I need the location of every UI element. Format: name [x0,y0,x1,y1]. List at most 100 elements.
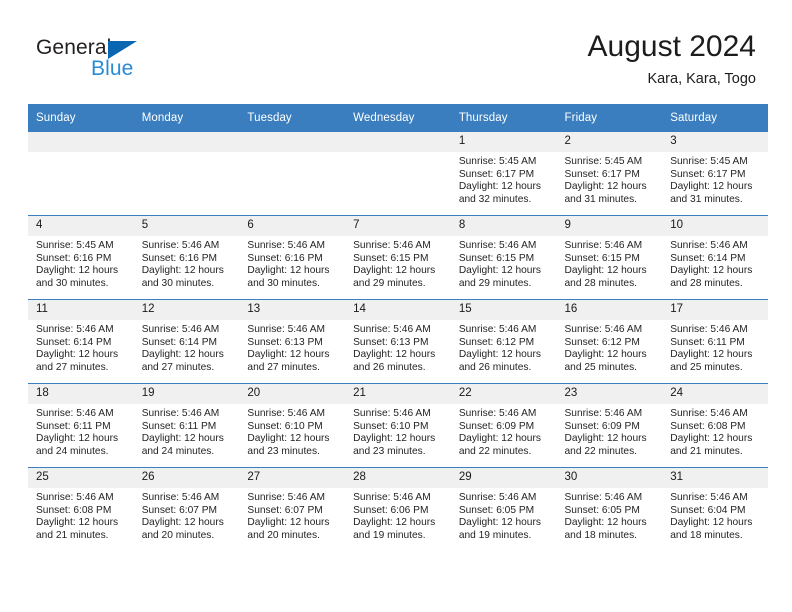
calendar-day-cell[interactable]: 27 Sunrise: 5:46 AM Sunset: 6:07 PM Dayligh… [239,467,346,551]
calendar-day-cell[interactable]: 23 Sunrise: 5:46 AM Sunset: 6:09 PM Dayligh… [556,383,663,468]
weekday-header-monday: Monday [133,104,240,132]
sunrise-text: Sunrise: 5:46 AM [670,240,748,251]
weekday-header-sunday: Sunday [28,104,134,132]
daylight-text-line1: Daylight: 12 hours [458,349,541,361]
day-number: 4 [28,216,134,236]
calendar-day-cell[interactable]: 14 Sunrise: 5:46 AM Sunset: 6:13 PM Dayligh… [345,299,451,384]
sunrise-text: Sunrise: 5:46 AM [458,408,537,419]
calendar-week-row: 4 Sunrise: 5:45 AM Sunset: 6:16 PM Daylight… [28,215,768,300]
sunrise-text: Sunrise: 5:46 AM [141,324,220,335]
calendar-day-cell[interactable]: 1 Sunrise: 5:45 AM Sunset: 6:17 PM Daylight… [450,132,557,216]
calendar-day-cell[interactable]: 20 Sunrise: 5:46 AM Sunset: 6:10 PM Dayligh… [239,383,346,468]
day-number: 3 [662,132,768,152]
weekday-header-saturday: Saturday [662,104,768,132]
day-number: 8 [450,216,557,236]
day-number: 1 [450,132,557,152]
day-details: Sunrise: 5:46 AM Sunset: 6:11 PM Daylight:… [28,404,134,458]
daylight-text-line1: Daylight: 12 hours [247,517,330,529]
calendar-day-cell[interactable]: 15 Sunrise: 5:46 AM Sunset: 6:12 PM Dayligh… [450,299,557,384]
calendar-day-cell[interactable]: 2 Sunrise: 5:45 AM Sunset: 6:17 PM Daylight… [556,132,663,216]
day-details: Sunrise: 5:46 AM Sunset: 6:08 PM Daylight:… [662,404,768,458]
sunrise-text: Sunrise: 5:46 AM [353,492,431,503]
calendar-day-cell[interactable]: 9 Sunrise: 5:46 AM Sunset: 6:15 PM Daylight… [556,215,663,300]
daylight-text-line2: and 32 minutes. [458,193,532,205]
day-number [133,132,240,152]
calendar-day-cell[interactable]: 28 Sunrise: 5:46 AM Sunset: 6:06 PM Dayligh… [345,467,451,551]
day-details: Sunrise: 5:46 AM Sunset: 6:08 PM Daylight:… [28,488,134,542]
sunrise-text: Sunrise: 5:45 AM [458,156,537,167]
calendar-day-cell[interactable]: 24 Sunrise: 5:46 AM Sunset: 6:08 PM Dayligh… [662,383,768,468]
daylight-text-line2: and 31 minutes. [564,193,638,205]
day-details: Sunrise: 5:46 AM Sunset: 6:04 PM Daylight:… [662,488,768,542]
day-details: Sunrise: 5:46 AM Sunset: 6:09 PM Daylight:… [451,404,557,458]
day-number: 9 [556,216,663,236]
calendar-day-cell[interactable]: 30 Sunrise: 5:46 AM Sunset: 6:05 PM Dayligh… [556,467,663,551]
sunset-text: Sunset: 6:10 PM [247,420,323,432]
daylight-text-line1: Daylight: 12 hours [670,517,753,529]
calendar-day-cell[interactable]: 19 Sunrise: 5:46 AM Sunset: 6:11 PM Dayligh… [133,383,240,468]
daylight-text-line2: and 31 minutes. [670,193,743,205]
daylight-text-line1: Daylight: 12 hours [670,265,753,277]
calendar-cell-empty [345,132,451,216]
sunrise-text: Sunrise: 5:46 AM [247,492,325,503]
sunset-text: Sunset: 6:17 PM [458,168,535,180]
sunrise-text: Sunrise: 5:46 AM [141,240,220,251]
calendar-day-cell[interactable]: 26 Sunrise: 5:46 AM Sunset: 6:07 PM Dayligh… [133,467,240,551]
day-details: Sunrise: 5:46 AM Sunset: 6:14 PM Daylight:… [28,320,134,374]
general-blue-logo[interactable]: General Blue [36,36,216,86]
daylight-text-line2: and 18 minutes. [670,529,743,541]
calendar-day-cell[interactable]: 5 Sunrise: 5:46 AM Sunset: 6:16 PM Daylight… [133,215,240,300]
day-details: Sunrise: 5:46 AM Sunset: 6:11 PM Daylight:… [662,320,768,374]
calendar-header-row: Sunday Monday Tuesday Wednesday Thursday… [28,104,768,132]
calendar-day-cell[interactable]: 10 Sunrise: 5:46 AM Sunset: 6:14 PM Dayligh… [662,215,768,300]
day-number: 13 [239,300,346,320]
calendar-day-cell[interactable]: 7 Sunrise: 5:46 AM Sunset: 6:15 PM Daylight… [345,215,451,300]
sunrise-text: Sunrise: 5:45 AM [564,156,643,167]
sunset-text: Sunset: 6:13 PM [247,336,323,348]
calendar-day-cell[interactable]: 6 Sunrise: 5:46 AM Sunset: 6:16 PM Daylight… [239,215,346,300]
calendar-day-cell[interactable]: 31 Sunrise: 5:46 AM Sunset: 6:04 PM Dayligh… [662,467,768,551]
calendar-day-cell[interactable]: 8 Sunrise: 5:46 AM Sunset: 6:15 PM Daylight… [450,215,557,300]
sunrise-text: Sunrise: 5:46 AM [353,408,431,419]
sunrise-text: Sunrise: 5:46 AM [670,324,748,335]
weekday-header-friday: Friday [556,104,663,132]
calendar-day-cell[interactable]: 25 Sunrise: 5:46 AM Sunset: 6:08 PM Dayligh… [28,467,134,551]
daylight-text-line2: and 30 minutes. [36,277,109,289]
day-details: Sunrise: 5:46 AM Sunset: 6:16 PM Daylight:… [239,236,345,290]
calendar-day-cell[interactable]: 18 Sunrise: 5:46 AM Sunset: 6:11 PM Dayligh… [28,383,134,468]
sunset-text: Sunset: 6:10 PM [353,420,429,432]
calendar-day-cell[interactable]: 11 Sunrise: 5:46 AM Sunset: 6:14 PM Dayligh… [28,299,134,384]
calendar-day-cell[interactable]: 4 Sunrise: 5:45 AM Sunset: 6:16 PM Daylight… [28,215,134,300]
calendar-day-cell[interactable]: 17 Sunrise: 5:46 AM Sunset: 6:11 PM Dayligh… [662,299,768,384]
sunset-text: Sunset: 6:09 PM [564,420,640,432]
daylight-text-line1: Daylight: 12 hours [458,517,541,529]
calendar-day-cell[interactable]: 16 Sunrise: 5:46 AM Sunset: 6:12 PM Dayligh… [556,299,663,384]
daylight-text-line2: and 27 minutes. [141,361,215,373]
daylight-text-line1: Daylight: 12 hours [670,433,753,445]
daylight-text-line2: and 28 minutes. [564,277,638,289]
daylight-text-line1: Daylight: 12 hours [36,517,119,529]
sunset-text: Sunset: 6:14 PM [36,336,112,348]
daylight-text-line1: Daylight: 12 hours [564,517,647,529]
calendar-day-cell[interactable]: 22 Sunrise: 5:46 AM Sunset: 6:09 PM Dayligh… [450,383,557,468]
page-title: August 2024 [587,30,756,63]
day-number: 26 [133,468,240,488]
sunrise-text: Sunrise: 5:46 AM [458,324,537,335]
calendar-day-cell[interactable]: 12 Sunrise: 5:46 AM Sunset: 6:14 PM Dayligh… [133,299,240,384]
daylight-text-line2: and 26 minutes. [458,361,532,373]
calendar-week-row: 25 Sunrise: 5:46 AM Sunset: 6:08 PM Dayligh… [28,467,768,551]
calendar-day-cell[interactable]: 21 Sunrise: 5:46 AM Sunset: 6:10 PM Dayligh… [345,383,451,468]
sunset-text: Sunset: 6:07 PM [141,504,218,516]
day-number: 11 [28,300,134,320]
calendar-day-cell[interactable]: 3 Sunrise: 5:45 AM Sunset: 6:17 PM Daylight… [662,132,768,216]
daylight-text-line1: Daylight: 12 hours [36,433,119,445]
day-details: Sunrise: 5:45 AM Sunset: 6:17 PM Daylight:… [557,152,663,206]
daylight-text-line1: Daylight: 12 hours [564,265,647,277]
calendar-day-cell[interactable]: 29 Sunrise: 5:46 AM Sunset: 6:05 PM Dayligh… [450,467,557,551]
daylight-text-line2: and 22 minutes. [564,445,638,457]
day-details: Sunrise: 5:46 AM Sunset: 6:05 PM Daylight:… [451,488,557,542]
day-number: 7 [345,216,451,236]
daylight-text-line2: and 25 minutes. [564,361,638,373]
sunset-text: Sunset: 6:17 PM [564,168,640,180]
calendar-day-cell[interactable]: 13 Sunrise: 5:46 AM Sunset: 6:13 PM Dayligh… [239,299,346,384]
